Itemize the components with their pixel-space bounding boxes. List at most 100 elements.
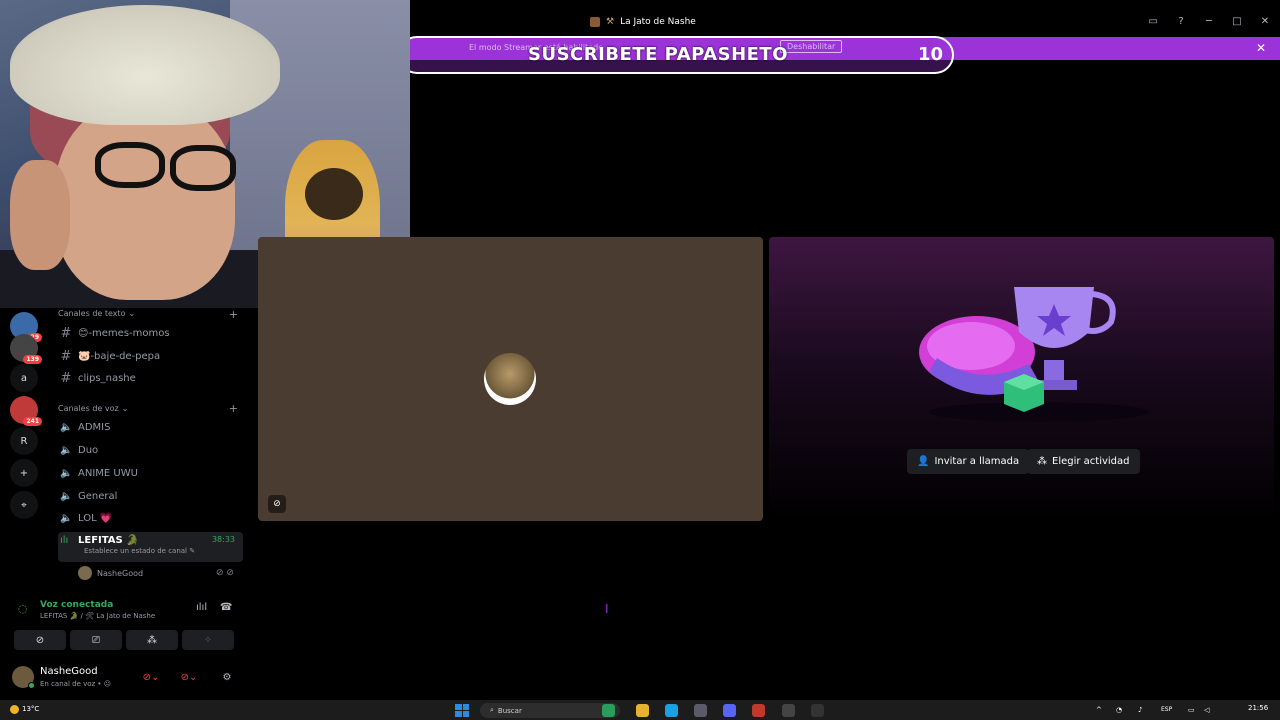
camera-off-button[interactable]: ⊘ [14,630,66,650]
activities-icon: ⁂ [1037,456,1047,467]
taskbar-search[interactable]: ⌕ Buscar [480,703,620,718]
app-icon[interactable] [752,704,765,717]
voice-connected-panel: ◌ Voz conectada LEFITAS 🐊 / 🛠 La Jato de… [8,594,242,658]
display-icon[interactable]: ▭ [1188,706,1195,714]
windows-start-icon[interactable] [455,704,469,717]
channel-list: Canales de texto ⌄ + # 😊-memes-momos # 🐷… [48,308,248,594]
obs-icon[interactable] [782,704,795,717]
store-icon[interactable] [694,704,707,717]
help-icon[interactable]: ? [1174,14,1188,28]
channel-label: LOL 💗 [78,512,113,524]
file-explorer-icon[interactable] [636,704,649,717]
explore-icon[interactable]: ⌖ [10,491,38,519]
search-label: Buscar [497,706,522,715]
channel-label: ADMIS [78,421,111,433]
banner-close-icon[interactable]: ✕ [1256,41,1266,55]
disconnect-icon[interactable]: ☎ [220,602,232,613]
user-name[interactable]: NasheGood [40,666,98,677]
window-title: ⚒ La Jato de Nashe [590,17,696,27]
maximize-icon[interactable]: □ [1230,14,1244,28]
participant-tile[interactable]: ⊘ [258,237,763,521]
mute-mic-button[interactable]: ⊘⌄ [140,668,162,686]
voice-channel-admis[interactable]: 🔈 ADMIS [58,417,243,437]
server-icon-4[interactable]: 241 [10,396,42,426]
server-icon [590,17,600,27]
channel-label: 😊-memes-momos [78,327,170,339]
channel-status-prompt[interactable]: Establece un estado de canal ✎ [84,547,195,555]
webcam-hat [10,5,280,125]
invite-activity-tile: 👤 Invitar a llamada ⁂ Elegir actividad [769,237,1274,521]
clock[interactable]: 21:56 [1248,704,1268,712]
hammer-icon: ⚒ [606,17,615,27]
category-label: Canales de texto [58,309,126,318]
add-server-icon[interactable]: + [10,459,38,487]
participant-avatar [484,353,536,405]
chevron-down-icon: ⌄ [121,404,129,413]
screen-share-button[interactable]: ⎚ [70,630,122,650]
activity-label: Elegir actividad [1052,456,1130,467]
speaker-icon: 🔈 [60,444,73,456]
webcam-glasses-left [95,142,165,188]
deafen-button[interactable]: ⊘⌄ [178,668,200,686]
close-icon[interactable]: ✕ [1258,14,1272,28]
webcam-hand [10,160,70,270]
minimize-icon[interactable]: ─ [1202,14,1216,28]
discord-icon[interactable] [723,704,736,717]
edge-icon[interactable] [665,704,678,717]
subscribe-text: SUSCRIBETE PAPASHETO [528,44,789,65]
window-controls: ▭ ? ─ □ ✕ [1146,14,1272,28]
choose-activity-button[interactable]: ⁂ Elegir actividad [1027,449,1140,474]
add-channel-icon[interactable]: + [229,308,238,321]
voice-channel-lefitas[interactable]: ılı LEFITAS 🐊 38:33 Establece un estado … [58,532,243,562]
channel-label: LEFITAS 🐊 [78,535,139,546]
voice-status-title[interactable]: Voz conectada [40,600,113,610]
network-icon[interactable]: ◔ [1116,706,1122,714]
voice-user-nashegood[interactable]: NasheGood [78,566,143,580]
volume-icon[interactable]: ◁ [1204,706,1209,714]
server-icon-r[interactable]: R [10,427,38,455]
taskbar-app-icon[interactable] [602,704,615,717]
invite-to-call-button[interactable]: 👤 Invitar a llamada [907,449,1030,474]
add-user-icon: 👤 [917,456,930,467]
channel-timer: 38:33 [211,535,235,544]
hide-video-icon[interactable]: ⊘ [268,495,286,513]
server-label: + [19,467,29,479]
server-label: ⌖ [21,499,27,511]
server-badge: 139 [23,355,42,364]
server-icon-a[interactable]: a [10,364,38,392]
mouse-cursor-icon: I [605,602,609,616]
invite-label: Invitar a llamada [934,456,1020,467]
weather-temp[interactable]: 13°C [22,705,39,713]
camera-off-icon: ⊘ [35,634,45,646]
noise-suppression-icon[interactable]: ılıl [196,602,207,613]
muted-deafened-icons: ⊘ ⊘ [216,568,234,578]
voice-active-icon: ılı [60,535,69,546]
language-indicator[interactable]: ESP [1161,706,1172,713]
user-panel: NasheGood En canal de voz • 😐 ⊘⌄ ⊘⌄ ⚙ [8,660,242,696]
mic-icon[interactable]: ♪ [1138,706,1142,714]
soundboard-button[interactable]: ✧ [182,630,234,650]
channel-baje-de-pepa[interactable]: # 🐷-baje-de-pepa [58,346,243,366]
voice-status-subtitle: LEFITAS 🐊 / 🛠 La Jato de Nashe [40,612,156,620]
settings-gear-icon[interactable]: ⚙ [216,668,238,686]
channel-memes-momos[interactable]: # 😊-memes-momos [58,323,243,343]
channel-label: ANIME UWU [78,467,138,479]
speaker-icon: 🔈 [60,467,73,479]
windows-taskbar: 13°C ⌕ Buscar ^ ◔ ♪ ESP ▭ ◁ 21:56 [0,700,1280,720]
chevron-up-icon[interactable]: ^ [1096,706,1102,714]
voice-category[interactable]: Canales de voz ⌄ [58,404,128,413]
voice-channel-duo[interactable]: 🔈 Duo [58,440,243,460]
app-icon[interactable] [811,704,824,717]
text-category[interactable]: Canales de texto ⌄ [58,309,135,318]
avatar [78,566,92,580]
voice-channel-lol[interactable]: 🔈 LOL 💗 [58,508,243,528]
voice-channel-anime[interactable]: 🔈 ANIME UWU [58,463,243,483]
server-icon-2[interactable]: 139 [10,334,42,364]
voice-user-name: NasheGood [97,568,144,578]
activities-button[interactable]: ⁂ [126,630,178,650]
channel-clips-nashe[interactable]: # clips_nashe [58,368,243,388]
online-status-icon [28,682,35,689]
inbox-icon[interactable]: ▭ [1146,14,1160,28]
add-channel-icon[interactable]: + [229,402,238,415]
voice-channel-general[interactable]: 🔈 General [58,486,243,506]
